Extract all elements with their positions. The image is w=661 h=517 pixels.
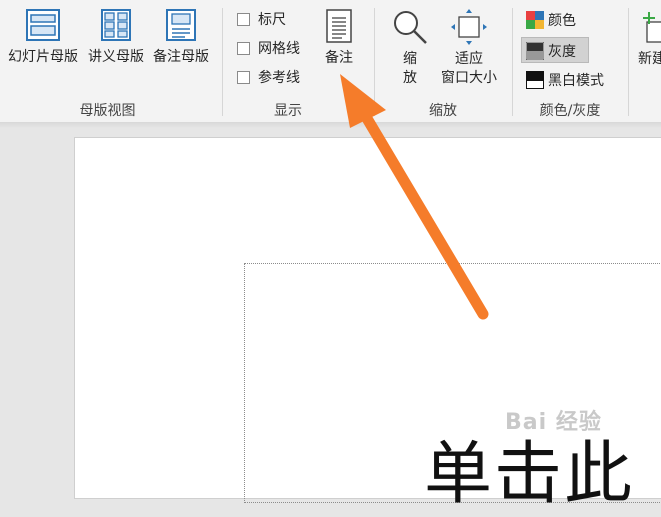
annotation-arrow <box>340 74 489 320</box>
